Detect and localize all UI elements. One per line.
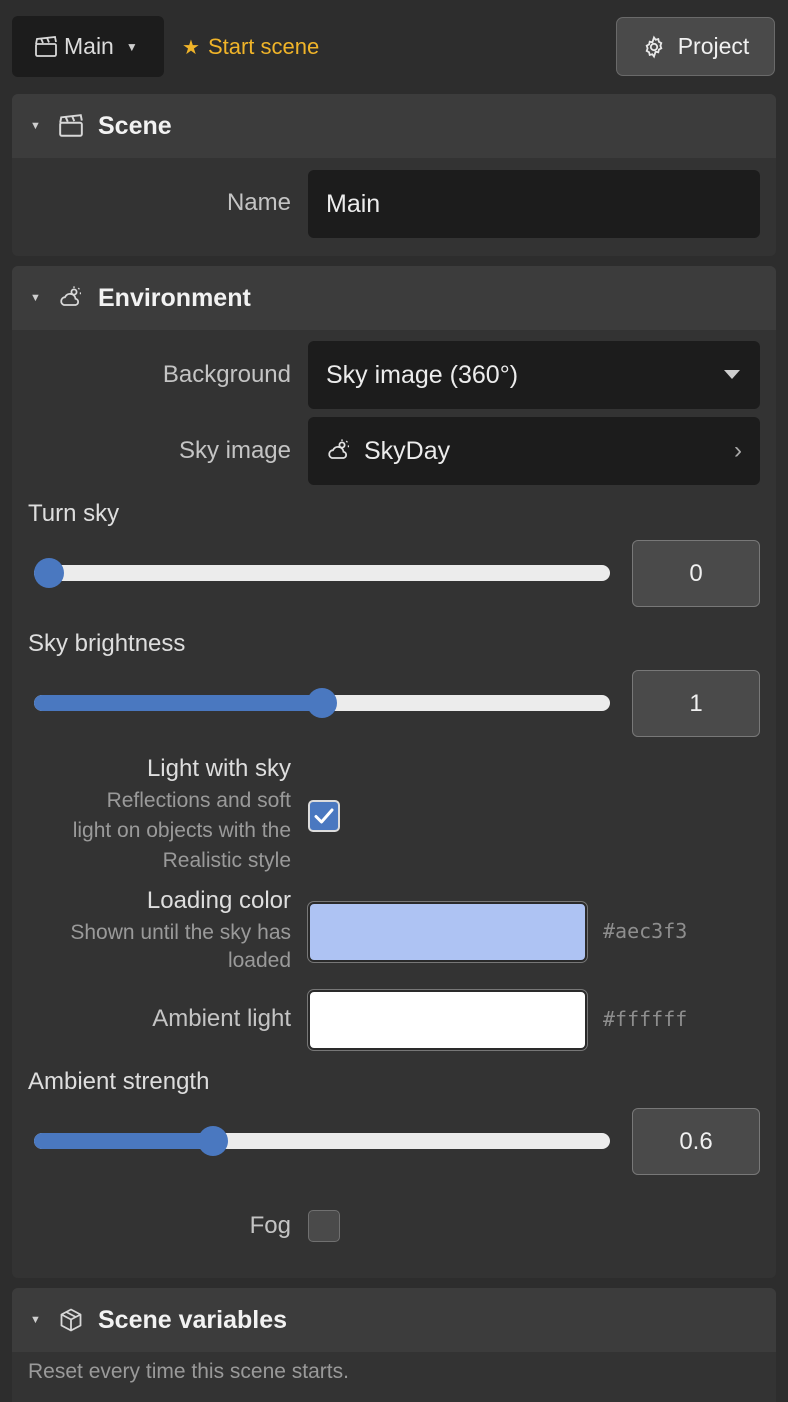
start-scene-badge[interactable]: ★ Start scene	[182, 30, 319, 64]
sky-brightness-label: Sky brightness	[28, 630, 186, 657]
start-scene-label: Start scene	[207, 34, 320, 59]
scene-selector[interactable]: Main ▼	[12, 16, 164, 77]
slider-thumb[interactable]	[307, 688, 337, 718]
scene-panel-header[interactable]: ▼ Scene	[12, 94, 776, 158]
scene-variables-panel: ▼ Scene variables Reset every time this …	[12, 1288, 776, 1402]
light-with-sky-desc-3: Realistic style	[162, 849, 291, 872]
gear-icon	[645, 35, 663, 58]
scene-name-input[interactable]: Main	[308, 170, 760, 238]
ambient-light-swatch[interactable]	[307, 989, 588, 1051]
light-with-sky-checkbox[interactable]	[308, 800, 340, 832]
loading-color-swatch[interactable]	[307, 901, 588, 963]
light-with-sky-desc-2: light on objects with the	[72, 819, 291, 842]
scene-panel-title: Scene	[98, 111, 172, 140]
sky-brightness-slider[interactable]	[34, 688, 610, 718]
environment-panel-header[interactable]: ▼ Environment	[12, 266, 776, 330]
sky-brightness-input[interactable]: 1	[632, 670, 760, 737]
chevron-down-icon: ▼	[125, 39, 138, 54]
environment-panel-title: Environment	[98, 283, 251, 312]
ambient-strength-input[interactable]: 0.6	[632, 1108, 760, 1175]
environment-panel: ▼ Environment Background Sky image (360°…	[12, 266, 776, 1278]
sky-image-value: SkyDay	[364, 436, 451, 465]
light-with-sky-label: Light with sky	[146, 755, 291, 782]
project-button-label: Project	[677, 33, 750, 59]
scene-name-value: Main	[326, 189, 381, 218]
slider-fill	[34, 695, 322, 711]
chevron-right-icon: ›	[734, 437, 742, 464]
fog-label: Fog	[249, 1212, 291, 1239]
sun-cloud-icon	[58, 285, 84, 311]
slider-thumb[interactable]	[197, 1126, 228, 1156]
sky-image-label: Sky image	[178, 437, 291, 464]
checkmark-icon	[314, 808, 334, 824]
sun-cloud-icon	[326, 438, 352, 464]
top-bar: Main ▼ ★ Start scene Project	[0, 0, 788, 92]
project-button[interactable]: Project	[616, 17, 775, 76]
fog-checkbox[interactable]	[308, 1210, 340, 1242]
sky-image-picker[interactable]: SkyDay ›	[308, 417, 760, 485]
scene-panel: ▼ Scene Name Main	[12, 94, 776, 256]
loading-color-desc-2: loaded	[227, 949, 291, 972]
clapperboard-icon	[34, 35, 58, 58]
slider-thumb[interactable]	[34, 558, 64, 588]
background-label: Background	[162, 361, 291, 388]
ambient-strength-label: Ambient strength	[28, 1068, 210, 1095]
scene-selector-label: Main	[64, 33, 114, 59]
loading-color-label: Loading color	[146, 887, 291, 914]
collapse-triangle-icon: ▼	[30, 1314, 41, 1326]
background-select-value: Sky image (360°)	[326, 360, 519, 389]
ambient-light-label: Ambient light	[152, 1005, 291, 1032]
ambient-light-hex: #ffffff	[603, 1007, 688, 1031]
loading-color-desc-1: Shown until the sky has	[70, 921, 291, 944]
collapse-triangle-icon: ▼	[30, 120, 41, 132]
turn-sky-label: Turn sky	[28, 500, 120, 527]
loading-color-hex: #aec3f3	[603, 919, 688, 943]
light-with-sky-desc-1: Reflections and soft	[106, 789, 291, 812]
star-icon: ★	[182, 36, 200, 59]
name-label: Name	[226, 189, 291, 216]
scene-variables-panel-header[interactable]: ▼ Scene variables	[12, 1288, 776, 1352]
clapperboard-icon	[58, 114, 84, 138]
dropdown-arrow-icon	[724, 370, 740, 379]
turn-sky-input[interactable]: 0	[632, 540, 760, 607]
slider-fill	[34, 1133, 207, 1149]
scene-variables-panel-title: Scene variables	[98, 1305, 288, 1334]
scene-variables-description: Reset every time this scene starts.	[28, 1360, 349, 1383]
collapse-triangle-icon: ▼	[30, 292, 41, 304]
background-select[interactable]: Sky image (360°)	[308, 341, 760, 409]
cube-icon	[58, 1307, 84, 1333]
ambient-strength-slider[interactable]	[34, 1126, 610, 1156]
turn-sky-slider[interactable]	[34, 558, 610, 588]
